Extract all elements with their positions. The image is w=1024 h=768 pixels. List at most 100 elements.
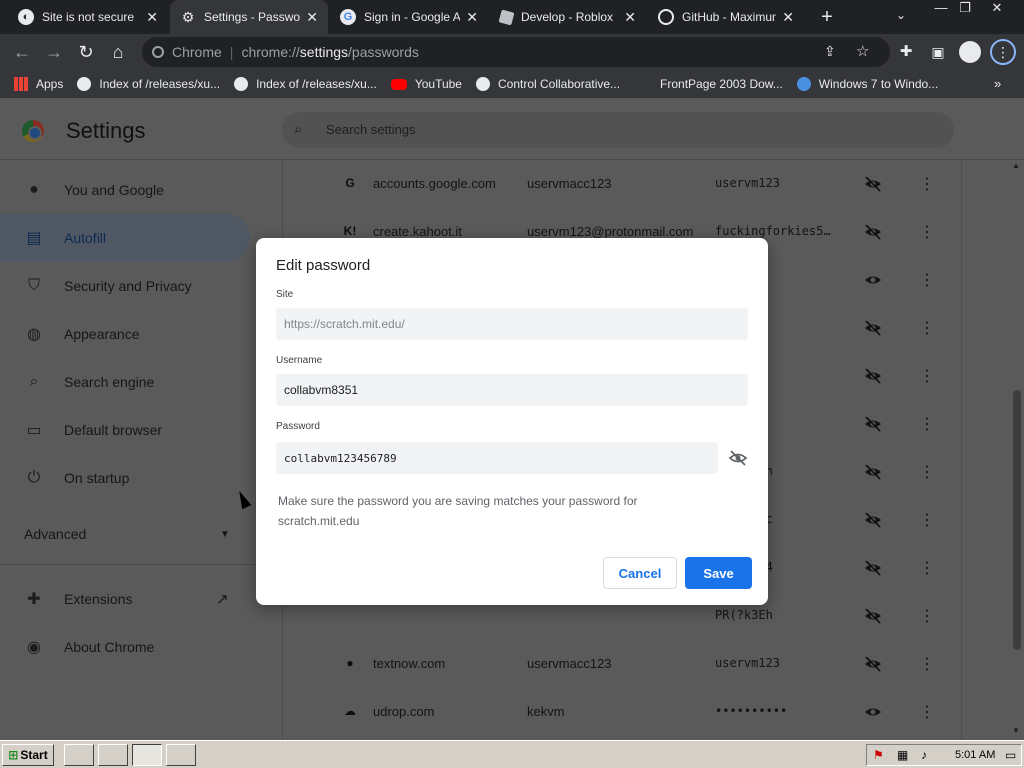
close-icon[interactable]: ✕ [624,9,636,26]
bookmark-index-releases-2[interactable]: Index of /releases/xu... [234,77,377,91]
notification-icon[interactable]: ▭ [1005,748,1016,762]
start-label: Start [20,748,48,762]
eye-off-icon[interactable] [728,448,748,468]
home-icon[interactable]: ⌂ [106,40,130,64]
close-icon[interactable]: ✕ [782,9,794,26]
bookmark-frontpage[interactable]: FrontPage 2003 Dow... [638,77,783,91]
bookmark-control-collaborative[interactable]: Control Collaborative... [475,77,620,91]
eye-off-icon[interactable] [863,414,883,434]
password-field[interactable] [276,442,718,474]
tab-google-signin[interactable]: G Sign in - Google Ac ✕ [330,0,488,34]
more-actions-icon[interactable]: ⋮ [919,174,935,194]
more-actions-icon[interactable]: ⋮ [919,414,935,434]
tab-site-not-secure[interactable]: ◐ Site is not secure ✕ [8,0,168,34]
more-actions-icon[interactable]: ⋮ [919,510,935,530]
bookmark-youtube[interactable]: YouTube [390,77,462,91]
tab-settings-password[interactable]: ⚙ Settings - Password ✕ [170,0,328,34]
eye-off-icon[interactable] [863,654,883,674]
more-actions-icon[interactable]: ⋮ [919,654,935,674]
more-actions-icon[interactable]: ⋮ [919,558,935,578]
explorer-taskbar-icon[interactable] [64,744,94,766]
row-password: uservm123 [715,176,781,190]
restore-button[interactable]: ❐ [950,0,980,18]
media-player-taskbar-icon[interactable] [98,744,128,766]
username-label: Username [276,355,323,366]
volume-icon[interactable]: ♪ [921,748,927,762]
eye-off-icon[interactable] [863,222,883,242]
more-actions-icon[interactable]: ⋮ [919,606,935,626]
settings-search[interactable]: ⌕ Search settings [282,112,954,148]
more-actions-icon[interactable]: ⋮ [919,318,935,338]
eye-off-icon[interactable] [863,366,883,386]
sidebar-item-about-chrome[interactable]: ◉ About Chrome [0,623,250,671]
row-password: uservm123 [715,656,781,670]
bookmark-label: Apps [36,77,64,91]
clock: 5:01 AM [955,749,996,761]
eye-icon[interactable] [863,702,883,722]
bookmark-index-releases-1[interactable]: Index of /releases/xu... [77,77,220,91]
sidebar-item-advanced[interactable]: Advanced ▼ [0,510,250,558]
bookmarks-overflow-icon[interactable]: » [994,76,1001,91]
sidebar-item-default-browser[interactable]: ▭ Default browser [0,406,250,454]
extensions-puzzle-icon[interactable]: ✚ [894,40,918,64]
tab-github[interactable]: GitHub - Maximum ✕ [648,0,804,34]
security-alert-icon[interactable]: ⚑ [873,748,884,762]
row-site: create.kahoot.it [373,224,462,239]
save-button[interactable]: Save [685,557,752,589]
more-actions-icon[interactable]: ⋮ [919,366,935,386]
menu-kebab-icon[interactable]: ⋮ [990,39,1016,65]
more-actions-icon[interactable]: ⋮ [919,702,935,722]
close-icon[interactable]: ✕ [306,9,318,26]
cancel-button[interactable]: Cancel [603,557,677,589]
eye-off-icon[interactable] [863,174,883,194]
scrollbar[interactable] [1010,160,1024,740]
sidebar-item-you-and-google[interactable]: ● You and Google [0,166,250,214]
sidebar-item-search-engine[interactable]: ⌕ Search engine [0,358,250,406]
address-bar[interactable]: Chrome | chrome://settings/passwords ⇪ ☆ [142,37,890,67]
eye-off-icon[interactable] [863,606,883,626]
more-actions-icon[interactable]: ⋮ [919,462,935,482]
back-icon[interactable]: ← [10,40,34,64]
close-icon[interactable]: ✕ [146,9,158,26]
close-icon[interactable]: ✕ [466,9,478,26]
tab-roblox[interactable]: Develop - Roblox ✕ [490,0,646,34]
eye-off-icon[interactable] [863,510,883,530]
eye-icon[interactable] [863,270,883,290]
username-field[interactable] [276,374,748,406]
share-icon[interactable]: ⇪ [824,43,836,60]
password-row: ● textnow.com uservmacc123 uservm123 ⋮ [283,640,963,688]
reload-icon[interactable]: ↻ [74,40,98,64]
tab-search-chevron-icon[interactable]: ⌄ [896,8,906,22]
bookmark-windows7[interactable]: Windows 7 to Windo... [796,77,938,91]
window-close-button[interactable]: ✕ [982,0,1012,18]
start-button[interactable]: ⊞ Start [2,744,54,766]
eye-off-icon[interactable] [863,462,883,482]
more-actions-icon[interactable]: ⋮ [919,270,935,290]
scroll-up-icon[interactable]: ▲ [1012,161,1020,170]
more-actions-icon[interactable]: ⋮ [919,222,935,242]
chrome-taskbar-icon[interactable] [132,744,162,766]
scroll-down-icon[interactable]: ▼ [1012,726,1020,735]
sidebar-item-autofill[interactable]: ▤ Autofill [0,214,250,262]
eye-off-icon[interactable] [863,558,883,578]
shield-icon: ⛉ [27,277,40,294]
new-tab-button[interactable]: + [816,6,838,28]
side-panel-icon[interactable]: ▣ [926,40,950,64]
omnibox-separator: | [229,44,234,60]
7zip-taskbar-icon[interactable] [166,744,196,766]
bookmark-apps[interactable]: Apps [14,77,63,91]
roblox-icon [498,9,515,25]
profile-avatar-icon[interactable] [959,41,981,63]
tab-title: Settings - Password [204,10,301,24]
sidebar-item-security[interactable]: ⛉ Security and Privacy [0,262,250,310]
sidebar-item-on-startup[interactable]: ⏻ On startup [0,454,250,502]
sidebar-item-extensions[interactable]: ✚ Extensions ↗ [0,575,280,623]
network-icon[interactable]: ▦ [897,748,908,762]
sidebar-item-appearance[interactable]: ◍ Appearance [0,310,250,358]
password-label: Password [276,421,320,432]
globe-icon [77,77,92,91]
eye-off-icon[interactable] [863,318,883,338]
forward-icon[interactable]: → [42,40,66,64]
star-icon[interactable]: ☆ [856,42,869,60]
scroll-thumb[interactable] [1013,390,1021,650]
